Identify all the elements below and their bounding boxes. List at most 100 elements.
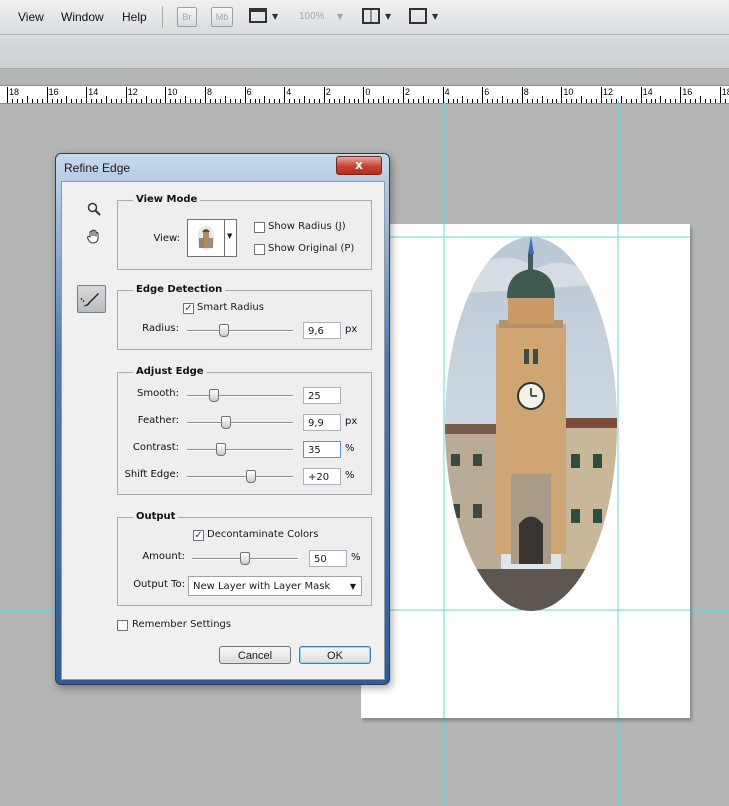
refine-radius-tool-button[interactable] <box>77 285 106 313</box>
ruler-minor-tick <box>76 99 78 103</box>
brush-icon <box>80 293 99 307</box>
ruler-minor-tick <box>214 99 216 103</box>
edge-detection-title: Edge Detection <box>133 284 226 295</box>
smart-radius-checkbox[interactable]: ✓ <box>183 303 194 314</box>
remember-settings-checkbox[interactable] <box>117 620 128 631</box>
ruler-minor-tick <box>353 99 355 103</box>
chevron-down-icon[interactable]: ▼ <box>432 12 438 21</box>
feather-slider[interactable] <box>187 422 293 424</box>
bridge-button[interactable]: Br <box>177 7 197 27</box>
ruler-minor-tick <box>625 99 627 103</box>
contrast-label: Contrast: <box>132 442 179 453</box>
view-mode-title: View Mode <box>133 194 201 205</box>
output-to-select[interactable]: New Layer with Layer Mask ▼ <box>188 576 362 596</box>
smooth-input[interactable]: 25 <box>303 387 341 404</box>
menu-view[interactable]: View <box>18 10 44 24</box>
ruler-minor-tick <box>190 99 192 103</box>
ruler-minor-tick <box>630 99 632 103</box>
ruler-label: 0 <box>365 87 371 97</box>
ruler-minor-tick <box>101 99 103 103</box>
chevron-down-icon: ▼ <box>349 582 356 591</box>
ruler-label: 6 <box>246 87 252 97</box>
smart-radius-label: Smart Radius <box>197 302 264 313</box>
menu-window[interactable]: Window <box>61 10 104 24</box>
amount-slider-thumb[interactable] <box>240 552 250 565</box>
feather-slider-thumb[interactable] <box>221 416 232 429</box>
ruler-minor-tick <box>318 99 320 103</box>
show-radius-checkbox[interactable] <box>254 222 265 233</box>
radius-slider-thumb[interactable] <box>219 324 230 337</box>
radius-unit: px <box>345 324 358 335</box>
shift-edge-slider[interactable] <box>187 476 293 478</box>
ruler-minor-tick <box>130 99 132 103</box>
ruler-minor-tick <box>714 99 716 103</box>
arrange-documents-icon[interactable] <box>362 8 380 24</box>
document-canvas[interactable] <box>361 224 690 718</box>
ruler-minor-tick <box>308 99 310 103</box>
ruler-major-tick <box>125 87 127 103</box>
shift-edge-input[interactable]: +20 <box>303 468 341 485</box>
contrast-input[interactable]: 35 <box>303 441 341 458</box>
radius-input[interactable]: 9,6 <box>303 322 341 339</box>
ruler-minor-tick <box>556 99 558 103</box>
ruler-minor-tick <box>477 99 479 103</box>
minibridge-button[interactable]: Mb <box>211 7 233 27</box>
smooth-slider-thumb[interactable] <box>208 389 219 402</box>
ruler-minor-tick <box>586 99 588 103</box>
shift-edge-slider-thumb[interactable] <box>245 470 256 483</box>
ruler-major-tick <box>86 87 88 103</box>
ruler-minor-tick <box>388 99 390 103</box>
ruler-minor-tick <box>492 99 494 103</box>
show-original-label: Show Original (P) <box>268 243 355 254</box>
screen-mode-icon[interactable] <box>409 8 427 24</box>
chevron-down-icon[interactable]: ▼ <box>337 12 343 21</box>
ruler-minor-tick <box>279 99 281 103</box>
ruler-minor-tick <box>566 99 568 103</box>
ruler-minor-tick <box>378 99 380 103</box>
show-original-checkbox[interactable] <box>254 244 265 255</box>
ruler-minor-tick <box>313 99 315 103</box>
decontaminate-colors-checkbox[interactable]: ✓ <box>193 530 204 541</box>
ruler-minor-tick <box>96 99 98 103</box>
menu-divider <box>162 6 163 28</box>
ruler-minor-tick <box>407 99 409 103</box>
cancel-button[interactable]: Cancel <box>219 646 291 664</box>
ok-button[interactable]: OK <box>299 646 371 664</box>
ruler-minor-tick <box>299 99 301 103</box>
contrast-slider[interactable] <box>187 449 293 451</box>
view-mode-dropdown[interactable]: ▼ <box>187 219 237 257</box>
ruler-major-tick <box>244 87 246 103</box>
close-button[interactable]: x <box>336 156 382 175</box>
chevron-down-icon[interactable]: ▼ <box>272 12 278 21</box>
zoom-level[interactable]: 100% <box>299 11 325 22</box>
ruler-minor-tick <box>160 99 162 103</box>
zoom-tool-icon[interactable] <box>87 202 101 216</box>
ruler-minor-tick <box>576 99 578 103</box>
ruler-label: 16 <box>48 87 59 97</box>
ruler-label: 2 <box>325 87 331 97</box>
ruler-minor-tick <box>635 99 637 103</box>
ruler-minor-tick <box>91 99 93 103</box>
menu-help[interactable]: Help <box>122 10 147 24</box>
ruler-minor-tick <box>41 99 43 103</box>
ruler-minor-tick <box>343 96 345 103</box>
contrast-slider-thumb[interactable] <box>215 443 226 456</box>
ruler-minor-tick <box>373 99 375 103</box>
ruler-minor-tick <box>155 99 157 103</box>
feather-unit: px <box>345 416 358 427</box>
ruler-minor-tick <box>398 99 400 103</box>
options-bar <box>0 35 729 69</box>
view-extras-icon[interactable] <box>249 8 267 23</box>
hand-tool-icon[interactable] <box>86 228 102 247</box>
chevron-down-icon[interactable]: ▼ <box>385 12 391 21</box>
radius-slider[interactable] <box>187 330 293 332</box>
ruler-minor-tick <box>551 99 553 103</box>
feather-input[interactable]: 9,9 <box>303 414 341 431</box>
feather-label: Feather: <box>137 415 179 426</box>
ruler-minor-tick <box>61 99 63 103</box>
smooth-slider[interactable] <box>187 395 293 397</box>
view-label: View: <box>153 233 180 244</box>
ruler-minor-tick <box>36 99 38 103</box>
amount-input[interactable]: 50 <box>309 550 347 567</box>
ruler-minor-tick <box>660 96 662 103</box>
